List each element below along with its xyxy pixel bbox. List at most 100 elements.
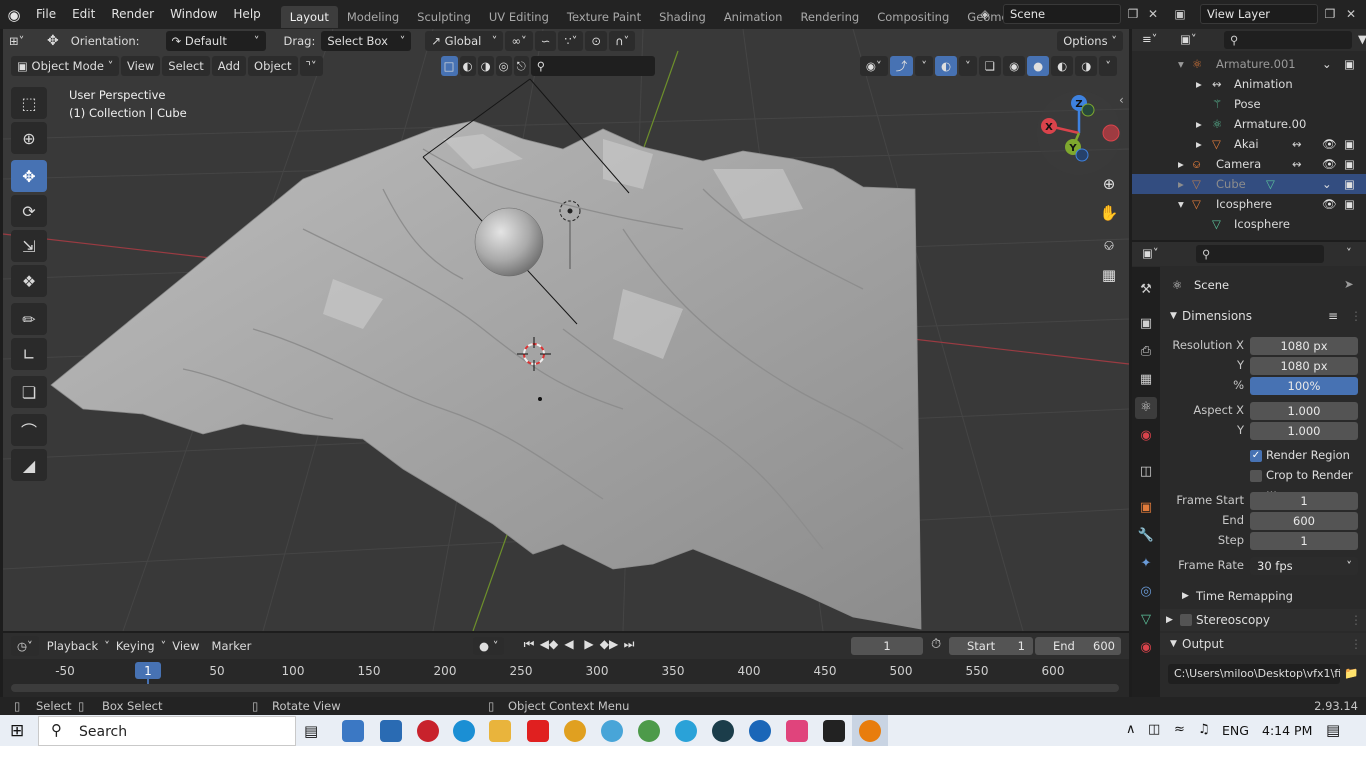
play-icon[interactable]: ▶ xyxy=(579,637,599,655)
aspect-x-field[interactable]: 1.000 xyxy=(1250,402,1358,420)
tab-uv-editing[interactable]: UV Editing xyxy=(480,6,558,28)
expand-arrow-icon[interactable]: ▸ xyxy=(1196,74,1202,94)
blender-taskbar-button[interactable] xyxy=(852,715,888,746)
view-layer-icon[interactable]: ▣ xyxy=(1170,4,1190,24)
shading-filter-icon[interactable]: ◐ xyxy=(459,56,476,76)
menu-marker[interactable]: Marker xyxy=(206,639,258,653)
outliner-search-input[interactable]: ⚲ xyxy=(1224,31,1352,49)
tab-animation[interactable]: Animation xyxy=(715,6,792,28)
windows-start-icon[interactable]: ⊞ xyxy=(10,721,24,741)
outliner-row[interactable]: ▽ Icosphere xyxy=(1132,214,1366,234)
end-frame-field[interactable]: End 600 xyxy=(1035,637,1121,655)
frame-start-field[interactable]: 1 xyxy=(1250,492,1358,510)
snap-toggle-icon[interactable]: ∽ xyxy=(534,31,557,51)
view-layer-tab-icon[interactable]: ▦ xyxy=(1135,369,1157,391)
outliner-panel[interactable]: ≡˅ ▣˅ ⚲ ▼ ▾ ⚛ Armature.001 ⌄ ▣ ▸ ↭ Anima… xyxy=(1132,29,1366,240)
select-box-tool-icon[interactable]: ⬚ xyxy=(11,87,47,119)
task-view-icon[interactable]: ▤ xyxy=(304,722,318,740)
eye-icon[interactable]: 👁 xyxy=(1322,154,1337,174)
resolution-percent-slider[interactable]: 100% xyxy=(1250,377,1358,395)
drag-handle-icon[interactable]: ⋮⋮ xyxy=(1350,609,1366,631)
prev-keyframe-icon[interactable]: ◀◆ xyxy=(539,637,559,655)
timeline-editor-type-icon[interactable]: ◷˅ xyxy=(11,636,39,656)
control-panel-icon[interactable] xyxy=(380,720,402,742)
battery-icon[interactable]: ◫ xyxy=(1148,722,1160,737)
app-icon[interactable] xyxy=(823,720,845,742)
properties-options-icon[interactable]: ˅ xyxy=(1346,246,1352,260)
data-tab-icon[interactable]: ▽ xyxy=(1135,609,1157,631)
app-icon[interactable] xyxy=(712,720,734,742)
hidden-eye-icon[interactable]: ⌄ xyxy=(1322,54,1332,74)
render-camera-icon[interactable]: ▣ xyxy=(1344,194,1355,214)
render-filter-icon[interactable]: ◑ xyxy=(477,56,494,76)
menu-view[interactable]: View xyxy=(121,56,161,76)
instagram-icon[interactable] xyxy=(786,720,808,742)
outliner-display-mode-icon[interactable]: ≡˅ xyxy=(1142,32,1157,46)
cursor-tool-icon[interactable]: ⊕ xyxy=(11,122,47,154)
extrude-tool-icon[interactable]: ⌒ xyxy=(11,414,47,446)
solid-shading-icon[interactable]: ● xyxy=(1027,56,1050,76)
stereoscopy-section-header[interactable]: ▶ Stereoscopy ⋮⋮ xyxy=(1160,609,1366,631)
jump-end-icon[interactable]: ⏭ xyxy=(619,637,639,655)
annotate-tool-icon[interactable]: ✏ xyxy=(11,303,47,335)
render-region-checkbox[interactable]: ✓ xyxy=(1250,450,1262,462)
sidebar-toggle-icon[interactable]: ‹ xyxy=(1119,93,1124,107)
language-indicator[interactable]: ENG xyxy=(1222,723,1249,738)
app-icon[interactable] xyxy=(749,720,771,742)
pin-icon[interactable]: ➤ xyxy=(1344,277,1354,291)
wireframe-shading-icon[interactable]: ◉ xyxy=(1003,56,1026,76)
outliner-filter-icon[interactable]: ▣˅ xyxy=(1180,32,1197,46)
render-camera-icon[interactable]: ▣ xyxy=(1344,174,1355,194)
volume-icon[interactable]: ♫ xyxy=(1198,722,1210,737)
world-filter-icon[interactable]: ◎ xyxy=(495,56,512,76)
material-tab-icon[interactable]: ◉ xyxy=(1135,637,1157,659)
snap-target-icon[interactable]: ∵˅ xyxy=(558,31,584,51)
world-tab-icon[interactable]: ◉ xyxy=(1135,425,1157,447)
render-camera-icon[interactable]: ▣ xyxy=(1344,54,1355,74)
tab-layout[interactable]: Layout xyxy=(280,5,338,28)
outliner-funnel-icon[interactable]: ▼ xyxy=(1358,32,1366,46)
file-explorer-pc-icon[interactable] xyxy=(342,720,364,742)
drag-handle-icon[interactable]: ⋮⋮ xyxy=(1350,633,1366,655)
gizmo-menu-icon[interactable]: ˅ xyxy=(915,56,933,76)
chrome-icon[interactable] xyxy=(564,720,586,742)
expand-arrow-icon[interactable]: ▸ xyxy=(1196,114,1202,134)
expand-arrow-icon[interactable]: ▸ xyxy=(1178,154,1184,174)
tray-chevron-icon[interactable]: ∧ xyxy=(1126,722,1136,737)
move-tool-icon[interactable]: ✥ xyxy=(41,33,65,49)
taskbar-clock[interactable]: 4:14 PM xyxy=(1262,723,1312,738)
hidden-eye-icon[interactable]: ⌄ xyxy=(1322,174,1332,194)
frame-step-field[interactable]: 1 xyxy=(1250,532,1358,550)
dimensions-section-header[interactable]: ▼ Dimensions ≡ ⋮⋮ xyxy=(1160,305,1366,327)
tab-sculpting[interactable]: Sculpting xyxy=(408,6,480,28)
tab-shading[interactable]: Shading xyxy=(650,6,715,28)
outliner-row[interactable]: ▸ ▽ Akai ↭ 👁 ▣ xyxy=(1132,134,1366,154)
opera-icon[interactable] xyxy=(417,720,439,742)
camera-view-icon[interactable]: ⎉ xyxy=(1097,233,1121,257)
material-shading-icon[interactable]: ◐ xyxy=(1051,56,1074,76)
zoom-view-icon[interactable]: ⊕ xyxy=(1097,172,1121,196)
delete-scene-icon[interactable]: ✕ xyxy=(1143,4,1163,24)
blender-logo-icon[interactable]: ◉ xyxy=(0,0,28,29)
collapse-arrow-icon[interactable]: ▾ xyxy=(1178,54,1184,74)
presets-list-icon[interactable]: ≡ xyxy=(1328,305,1338,327)
properties-search-input[interactable]: ⚲ xyxy=(1196,245,1324,263)
options-dropdown[interactable]: Options ˅ xyxy=(1057,31,1123,51)
properties-panel[interactable]: ▣˅ ⚲ ˅ ⚒ ▣ ⎙ ▦ ⚛ ◉ ◫ ▣ 🔧 ✦ ◎ ▽ ◉ ⚛ Scene… xyxy=(1132,242,1366,697)
output-section-header[interactable]: ▼ Output ⋮⋮ xyxy=(1160,633,1366,655)
menu-edit[interactable]: Edit xyxy=(64,0,103,29)
image-tool-icon[interactable]: ◢ xyxy=(11,449,47,481)
crop-to-render-checkbox[interactable] xyxy=(1250,470,1262,482)
delete-view-layer-icon[interactable]: ✕ xyxy=(1341,4,1361,24)
drag-dropdown[interactable]: Select Box ˅ xyxy=(321,31,412,51)
file-explorer-icon[interactable] xyxy=(489,720,511,742)
render-camera-icon[interactable]: ▣ xyxy=(1344,134,1355,154)
outliner-row[interactable]: ▸ ⎉ Camera ↭ 👁 ▣ xyxy=(1132,154,1366,174)
scene-name-field[interactable]: Scene xyxy=(1003,4,1121,24)
play-reverse-icon[interactable]: ◀ xyxy=(559,637,579,655)
eye-icon[interactable]: 👁 xyxy=(1322,194,1337,214)
menu-keying[interactable]: Keying xyxy=(110,639,161,653)
taskbar-search-box[interactable]: ⚲ Search xyxy=(38,716,296,746)
view-layer-field[interactable]: View Layer xyxy=(1200,4,1318,24)
transform-orientation-dropdown[interactable]: ↗ Global ˅ xyxy=(425,31,504,51)
